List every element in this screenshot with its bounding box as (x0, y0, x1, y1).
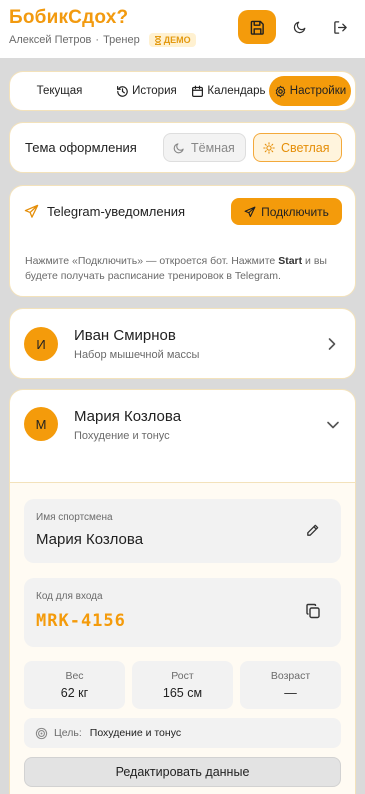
stat-value: 165 см (162, 686, 203, 700)
name-field-value: Мария Козлова (36, 531, 144, 548)
telegram-title-label: Telegram-уведомления (47, 204, 186, 219)
target-icon (35, 727, 48, 739)
tab-calendar[interactable]: Календарь (188, 76, 269, 106)
stat-value: — (284, 686, 297, 700)
stat-weight: Вес 62 кг (24, 661, 125, 709)
telegram-description: Нажмите «Подключить» — откроется бот. На… (25, 254, 347, 284)
client-goal: Похудение и тонус (74, 430, 170, 442)
telegram-connect-button[interactable]: Подключить (231, 198, 342, 225)
calendar-icon (192, 85, 204, 97)
history-icon (117, 85, 128, 97)
tab-label: История (132, 85, 177, 97)
stat-label: Вес (65, 670, 84, 682)
tab-bar: Текущая История Календарь Настройки (9, 71, 356, 111)
stat-label: Рост (171, 670, 194, 682)
name-field: Имя спортсмена Мария Козлова (24, 499, 341, 563)
tab-current[interactable]: Текущая (14, 76, 105, 106)
tab-label: Календарь (207, 85, 266, 97)
dark-mode-toggle[interactable] (281, 10, 319, 44)
edit-data-button[interactable]: Редактировать данные (24, 757, 341, 787)
logout-button[interactable] (321, 10, 359, 44)
stat-label: Возраст (270, 670, 311, 682)
name-field-label: Имя спортсмена (36, 512, 113, 523)
send-icon (244, 206, 256, 217)
telegram-desc-start: Start (278, 255, 303, 267)
user-role: Тренер (103, 34, 140, 46)
client-card[interactable]: И Иван Смирнов Набор мышечной массы (9, 308, 356, 379)
user-name: Алексей Петров (9, 34, 92, 46)
logout-icon (333, 20, 347, 34)
app-header: БобикСдох? Алексей Петров · Тренер ДЕМО (0, 0, 365, 58)
telegram-connect-label: Подключить (261, 204, 329, 219)
stat-value: 62 кг (60, 686, 89, 700)
client-card-header[interactable]: М Мария Козлова Похудение и тонус (10, 390, 355, 482)
copy-icon[interactable] (305, 603, 321, 619)
client-name: Иван Смирнов (74, 327, 176, 344)
avatar: И (24, 327, 58, 361)
save-icon (250, 20, 264, 35)
app-title: БобикСдох? (9, 7, 129, 28)
theme-label: Тема оформления (25, 140, 137, 155)
login-code-label: Код для входа (36, 591, 103, 602)
client-goal: Набор мышечной массы (74, 349, 200, 361)
theme-light-button[interactable]: Светлая (253, 133, 342, 162)
avatar: М (24, 407, 58, 441)
tab-settings[interactable]: Настройки (268, 76, 351, 106)
pencil-icon[interactable] (305, 523, 320, 538)
telegram-desc-part: Нажмите «Подключить» — откроется бот. На… (25, 255, 279, 267)
demo-badge: ДЕМО (148, 33, 196, 47)
demo-badge-label: ДЕМО (163, 35, 191, 45)
moon-icon (173, 142, 184, 153)
moon-icon (293, 21, 306, 34)
login-code-value: MRK-4156 (36, 611, 126, 631)
chevron-down-icon (327, 421, 339, 429)
separator: · (95, 34, 100, 46)
sun-icon (263, 141, 275, 154)
theme-light-label: Светлая (281, 140, 330, 155)
user-info: Алексей Петров · Тренер ДЕМО (9, 33, 196, 47)
telegram-title: Telegram-уведомления (24, 204, 185, 219)
stat-height: Рост 165 см (132, 661, 233, 709)
chevron-right-icon (328, 338, 336, 350)
tab-history[interactable]: История (105, 76, 188, 106)
hourglass-icon (154, 35, 161, 45)
telegram-card: Telegram-уведомления Подключить Нажмите … (9, 185, 356, 297)
theme-card: Тема оформления Тёмная Светлая (9, 122, 356, 173)
theme-dark-button[interactable]: Тёмная (163, 133, 246, 162)
client-card-expanded: М Мария Козлова Похудение и тонус Имя сп… (9, 389, 356, 794)
goal-label: Цель: (54, 727, 82, 739)
stat-age: Возраст — (240, 661, 341, 709)
tab-label: Настройки (289, 85, 347, 97)
login-code-field: Код для входа MRK-4156 (24, 578, 341, 647)
gear-icon (275, 85, 285, 97)
client-name: Мария Козлова (74, 408, 182, 425)
tab-label: Текущая (36, 85, 83, 97)
theme-dark-label: Тёмная (191, 140, 235, 155)
send-icon (24, 204, 39, 218)
save-button[interactable] (238, 10, 276, 44)
goal-row: Цель: Похудение и тонус (24, 718, 341, 748)
goal-value: Похудение и тонус (89, 727, 182, 739)
